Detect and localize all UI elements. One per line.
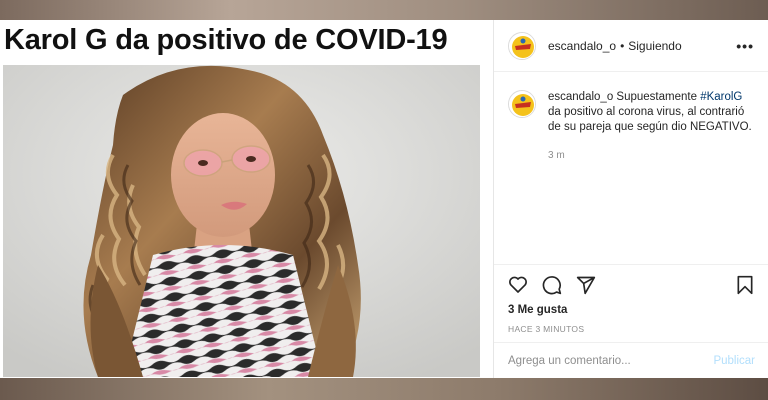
- comment-input[interactable]: [508, 354, 714, 367]
- action-bar: [494, 264, 768, 304]
- portrait-photo[interactable]: [3, 65, 480, 377]
- following-button[interactable]: Siguiendo: [628, 39, 681, 53]
- background-strip-top: [0, 0, 768, 20]
- caption-text-after: da positivo al corona virus, al contrari…: [548, 106, 752, 133]
- caption-comment: escandalo_o Supuestamente #KarolG da pos…: [494, 80, 768, 264]
- likes-count[interactable]: 3 Me gusta: [508, 304, 567, 316]
- header-username[interactable]: escandalo_o: [548, 39, 616, 53]
- background-strip-bottom: [0, 378, 768, 400]
- bookmark-icon[interactable]: [734, 274, 756, 296]
- publish-button[interactable]: Publicar: [713, 355, 755, 367]
- caption-text-before: Supuestamente: [613, 91, 701, 103]
- caption-timestamp: 3 m: [548, 150, 565, 161]
- comment-icon[interactable]: [541, 274, 563, 296]
- instagram-post: Karol G da positivo de COVID-19 escandal…: [0, 20, 768, 378]
- heart-icon[interactable]: [507, 274, 529, 296]
- escandalo-logo-icon[interactable]: [508, 31, 536, 60]
- posted-time: HACE 3 MINUTOS: [508, 324, 585, 334]
- post-sidebar: escandalo_o • Siguiendo ••• escandalo_o …: [493, 20, 768, 378]
- escandalo-logo-icon[interactable]: [508, 90, 536, 118]
- add-comment-bar: Publicar: [494, 342, 768, 378]
- post-header: escandalo_o • Siguiendo •••: [494, 20, 768, 72]
- post-media: Karol G da positivo de COVID-19: [0, 20, 493, 378]
- caption-text: escandalo_o Supuestamente #KarolG da pos…: [548, 90, 755, 135]
- caption-username[interactable]: escandalo_o: [548, 91, 613, 103]
- more-options-icon[interactable]: •••: [736, 38, 754, 54]
- headline: Karol G da positivo de COVID-19: [4, 24, 448, 56]
- hashtag-link[interactable]: #KarolG: [700, 91, 742, 103]
- separator-dot: •: [620, 38, 625, 53]
- share-icon[interactable]: [575, 274, 597, 296]
